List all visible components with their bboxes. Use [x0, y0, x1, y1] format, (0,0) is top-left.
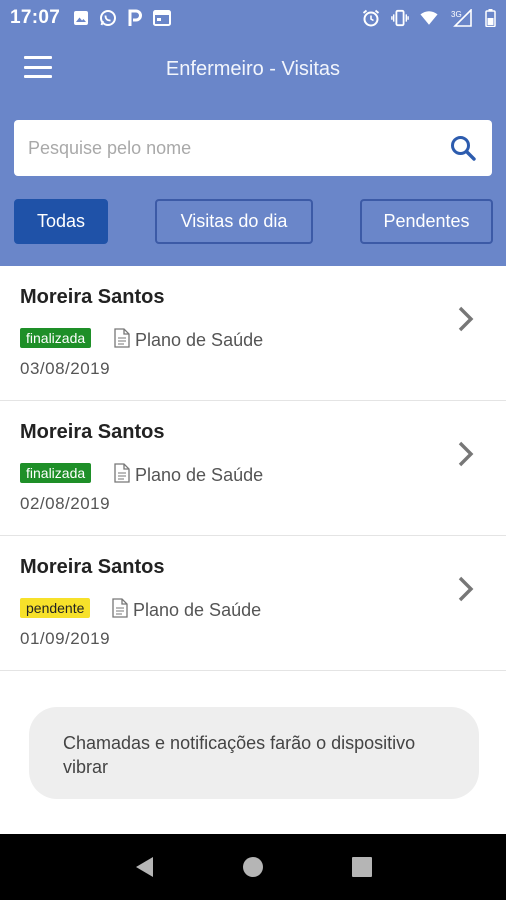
- battery-icon: [484, 9, 496, 27]
- visit-list-item[interactable]: Moreira Santos pendente Plano de Saúde 0…: [0, 536, 506, 671]
- network-label: 3G: [451, 10, 462, 19]
- status-badge: finalizada: [20, 328, 92, 348]
- status-time: 17:07: [10, 7, 61, 28]
- document-icon: [114, 463, 130, 488]
- plan-label: Plano de Saúde: [135, 465, 264, 485]
- chevron-right-icon[interactable]: [454, 304, 478, 334]
- system-nav-bar: [0, 834, 506, 900]
- chevron-right-icon[interactable]: [454, 574, 478, 604]
- home-icon[interactable]: [238, 852, 268, 882]
- patient-name: Moreira Santos: [20, 286, 165, 308]
- visit-date: 02/08/2019: [20, 494, 111, 513]
- alarm-icon: [362, 9, 380, 27]
- document-icon: [114, 328, 130, 353]
- plan-label: Plano de Saúde: [133, 600, 262, 620]
- whatsapp-icon: [99, 9, 117, 27]
- search-input[interactable]: [28, 137, 448, 159]
- patient-name: Moreira Santos: [20, 556, 165, 578]
- page-title: Enfermeiro - Visitas: [165, 58, 341, 80]
- back-icon[interactable]: [129, 852, 159, 882]
- search-bar: [14, 120, 492, 176]
- toast-notification: Chamadas e notificações farão o disposit…: [29, 707, 479, 799]
- plan-label: Plano de Saúde: [135, 330, 264, 350]
- visit-date: 03/08/2019: [20, 359, 111, 378]
- patient-name: Moreira Santos: [20, 421, 165, 443]
- status-badge: finalizada: [20, 463, 92, 483]
- recents-icon[interactable]: [347, 852, 377, 882]
- visit-list: Moreira Santos finalizada Plano de Saúde…: [0, 266, 506, 671]
- filter-visitas-do-dia-button[interactable]: Visitas do dia: [155, 199, 313, 244]
- visit-list-item[interactable]: Moreira Santos finalizada Plano de Saúde…: [0, 401, 506, 536]
- chevron-right-icon[interactable]: [454, 439, 478, 469]
- filter-pendentes-button[interactable]: Pendentes: [360, 199, 493, 244]
- search-icon[interactable]: [448, 133, 478, 163]
- vibrate-icon: [391, 9, 409, 27]
- visit-list-item[interactable]: Moreira Santos finalizada Plano de Saúde…: [0, 266, 506, 401]
- visit-date: 01/09/2019: [20, 629, 111, 648]
- wifi-icon: [420, 9, 438, 27]
- app-bar: Enfermeiro - Visitas Todas Visitas do di…: [0, 36, 506, 266]
- document-icon: [112, 598, 128, 623]
- p-app-icon: [126, 9, 144, 27]
- status-bar: 17:07 3G: [0, 0, 506, 36]
- image-icon: [72, 9, 90, 27]
- signal-icon: 3G: [449, 9, 473, 27]
- status-badge: pendente: [20, 598, 91, 618]
- calendar-icon: [153, 9, 172, 27]
- filter-todas-button[interactable]: Todas: [14, 199, 108, 244]
